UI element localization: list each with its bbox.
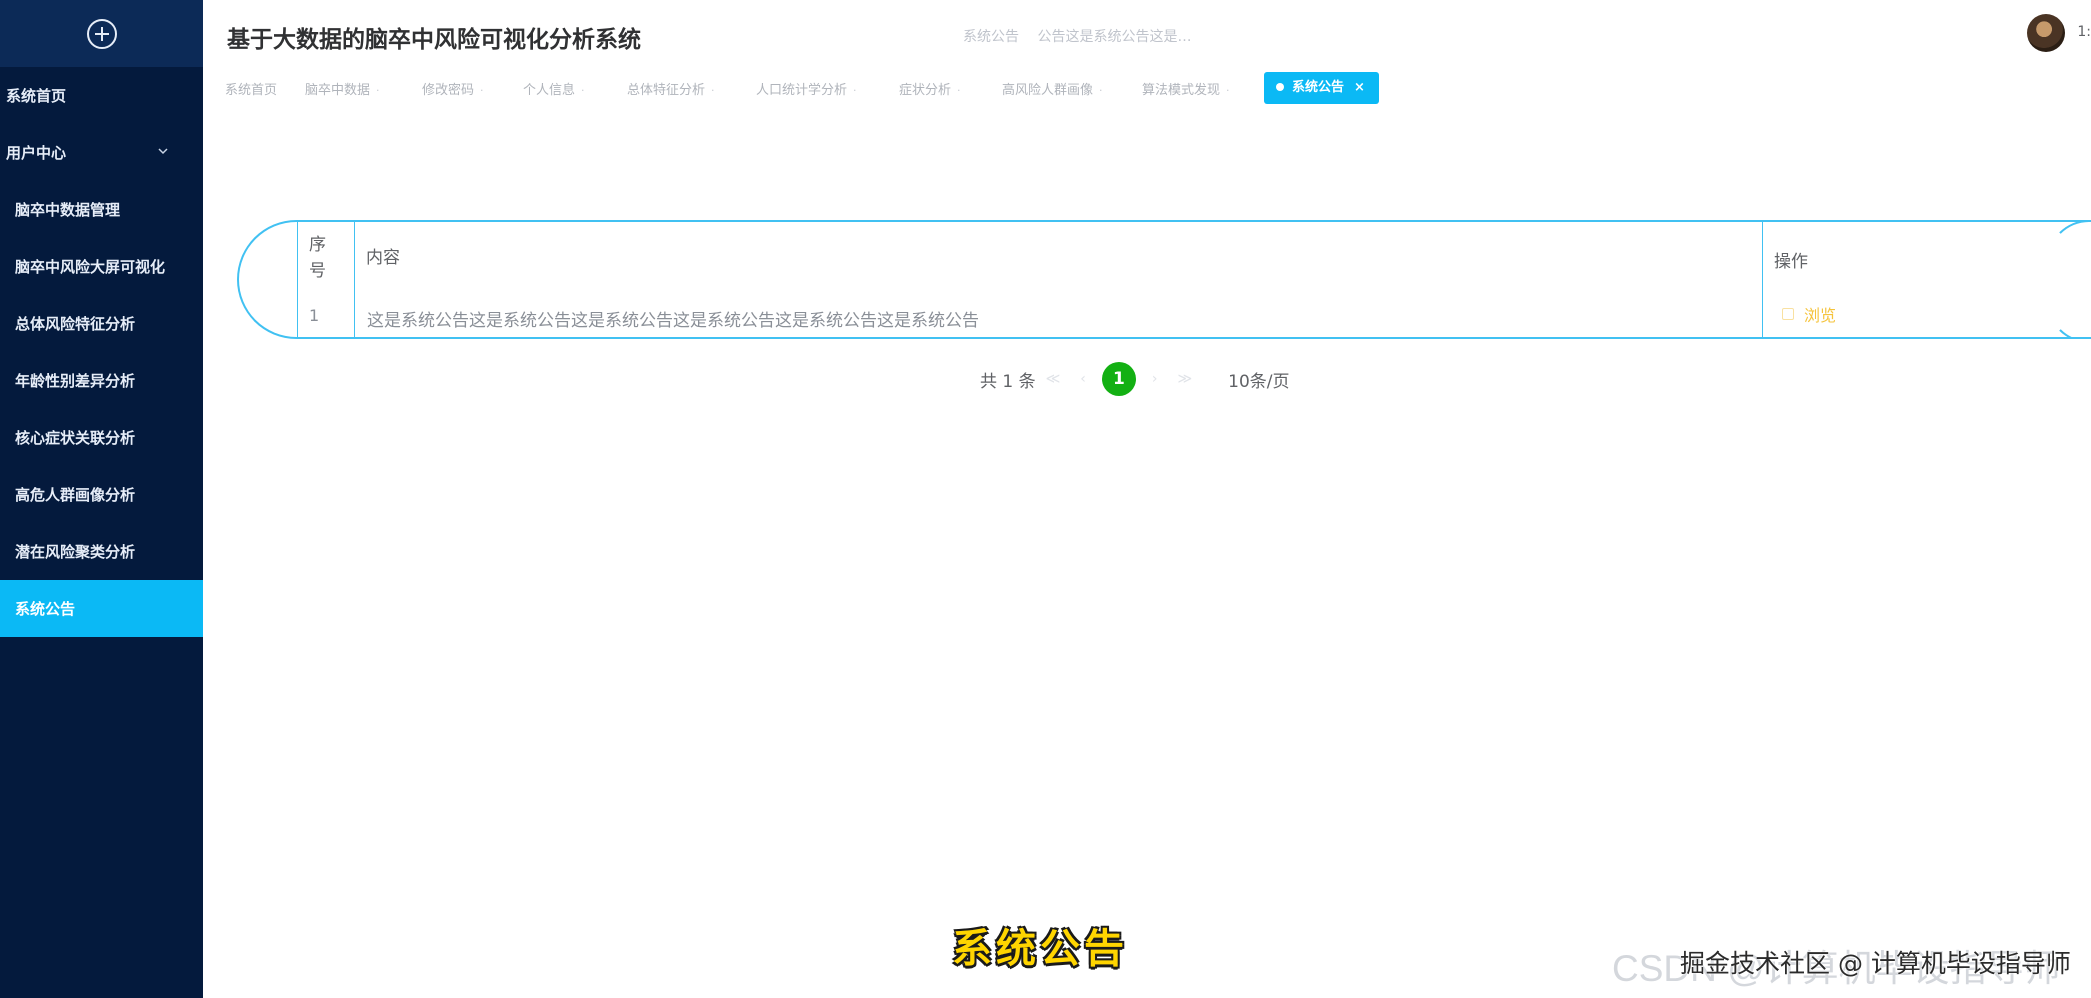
- tab-algorithm[interactable]: 算法模式发现 ·: [1142, 78, 1230, 104]
- close-icon[interactable]: ·: [376, 84, 380, 97]
- prev-page-icon[interactable]: ‹: [1080, 371, 1086, 387]
- user-name[interactable]: 1:: [2077, 24, 2091, 40]
- close-icon[interactable]: ·: [853, 84, 857, 97]
- sidebar-item-label: 核心症状关联分析: [15, 429, 136, 447]
- sidebar-menu: 系统首页 用户中心 脑卒中数据管理 脑卒中风险大屏可视化 总体风险特征分析 年龄…: [0, 67, 203, 637]
- sidebar-item-label: 潜在风险聚类分析: [15, 543, 136, 561]
- sidebar-item-high-risk[interactable]: 高危人群画像分析: [0, 466, 203, 523]
- sidebar-item-clustering[interactable]: 潜在风险聚类分析: [0, 523, 203, 580]
- tab-password[interactable]: 修改密码 ·: [422, 78, 484, 104]
- close-icon[interactable]: ·: [957, 84, 961, 97]
- tab-profile[interactable]: 个人信息 ·: [523, 78, 585, 104]
- page-title: 基于大数据的脑卒中风险可视化分析系统: [227, 27, 641, 53]
- notice-text: 公告这是系统公告这是…: [1037, 29, 1192, 45]
- video-caption: 系统公告: [952, 925, 1128, 972]
- tab-label: 个人信息: [523, 83, 576, 98]
- top-header: 基于大数据的脑卒中风险可视化分析系统 系统公告 公告这是系统公告这是… 1:: [203, 0, 2091, 70]
- tab-label: 算法模式发现: [1142, 83, 1221, 98]
- view-button[interactable]: 浏览: [1782, 302, 1836, 326]
- tab-label: 脑卒中数据: [305, 83, 371, 98]
- view-icon: [1782, 308, 1794, 320]
- view-button-label: 浏览: [1804, 306, 1837, 325]
- sidebar-item-label: 系统首页: [6, 87, 67, 105]
- tab-stroke-data[interactable]: 脑卒中数据 ·: [305, 78, 380, 104]
- sidebar: 系统首页 用户中心 脑卒中数据管理 脑卒中风险大屏可视化 总体风险特征分析 年龄…: [0, 0, 203, 998]
- header-content: 内容: [366, 248, 400, 268]
- tab-symptoms[interactable]: 症状分析 ·: [899, 78, 961, 104]
- notice-marquee[interactable]: 系统公告 公告这是系统公告这是…: [963, 26, 1191, 46]
- avatar[interactable]: [2027, 14, 2065, 52]
- page-size-select[interactable]: 10条/页: [1228, 367, 1289, 392]
- next-page-icon[interactable]: ›: [1152, 371, 1158, 387]
- sidebar-item-overall-risk[interactable]: 总体风险特征分析: [0, 295, 203, 352]
- close-icon[interactable]: ·: [480, 84, 484, 97]
- tab-label: 总体特征分析: [627, 83, 706, 98]
- tab-home[interactable]: 系统首页: [225, 78, 277, 104]
- cell-content: 这是系统公告这是系统公告这是系统公告这是系统公告这是系统公告这是系统公告: [367, 311, 979, 331]
- tab-overall-features[interactable]: 总体特征分析 ·: [627, 78, 715, 104]
- sidebar-item-label: 总体风险特征分析: [15, 315, 136, 333]
- last-page-icon[interactable]: ≫: [1178, 371, 1193, 387]
- close-icon[interactable]: ·: [1099, 84, 1103, 97]
- tab-demographics[interactable]: 人口统计学分析 ·: [756, 78, 857, 104]
- sidebar-header: [0, 0, 203, 67]
- active-dot-icon: [1276, 82, 1284, 91]
- cell-index: 1: [309, 306, 320, 325]
- tab-label: 系统公告: [1292, 80, 1345, 95]
- sidebar-item-label: 脑卒中数据管理: [15, 201, 121, 219]
- sidebar-item-label: 脑卒中风险大屏可视化: [15, 258, 166, 276]
- sidebar-item-age-gender[interactable]: 年龄性别差异分析: [0, 352, 203, 409]
- close-icon[interactable]: ·: [581, 84, 585, 97]
- column-divider: [297, 222, 298, 337]
- sidebar-item-label: 系统公告: [15, 600, 76, 618]
- pagination: 共 1 条 ≪ ‹ 1 › ≫ 10条/页: [980, 362, 1290, 396]
- tab-bar: 系统首页 脑卒中数据 · 修改密码 · 个人信息 · 总体特征分析 · 人口统计学分析 ·…: [203, 72, 2091, 108]
- column-divider: [1762, 222, 1763, 337]
- column-divider: [354, 222, 355, 337]
- tab-label: 修改密码: [422, 83, 475, 98]
- close-icon[interactable]: ·: [711, 84, 715, 97]
- tab-label: 症状分析: [899, 83, 952, 98]
- sidebar-item-big-screen[interactable]: 脑卒中风险大屏可视化: [0, 238, 203, 295]
- notice-label: 系统公告: [963, 29, 1019, 45]
- chevron-down-icon: [158, 148, 168, 155]
- tab-high-risk[interactable]: 高风险人群画像 ·: [1002, 78, 1103, 104]
- notice-table: 序 号 内容 操作 1 这是系统公告这是系统公告这是系统公告这是系统公告这是系统…: [237, 220, 2091, 339]
- plus-circle-icon[interactable]: [85, 17, 119, 51]
- sidebar-item-stroke-data[interactable]: 脑卒中数据管理: [0, 181, 203, 238]
- tab-notice[interactable]: 系统公告 ×: [1264, 72, 1379, 104]
- sidebar-item-label: 年龄性别差异分析: [15, 372, 136, 390]
- sidebar-item-notice[interactable]: 系统公告: [0, 580, 203, 637]
- pagination-total: 共 1 条: [980, 371, 1036, 392]
- tab-label: 人口统计学分析: [756, 83, 848, 98]
- sidebar-item-symptoms[interactable]: 核心症状关联分析: [0, 409, 203, 466]
- close-icon[interactable]: ·: [1226, 84, 1230, 97]
- watermark-juejin: 掘金技术社区 @ 计算机毕设指导师: [1680, 949, 2071, 978]
- page-number-current[interactable]: 1: [1101, 362, 1136, 396]
- first-page-icon[interactable]: ≪: [1046, 371, 1061, 387]
- header-action: 操作: [1774, 252, 1808, 272]
- sidebar-item-home[interactable]: 系统首页: [0, 67, 203, 124]
- tab-label: 系统首页: [225, 83, 278, 98]
- sidebar-item-label: 用户中心: [6, 144, 67, 162]
- tab-label: 高风险人群画像: [1002, 83, 1094, 98]
- sidebar-item-user-center[interactable]: 用户中心: [0, 124, 203, 181]
- header-index: 序 号: [309, 235, 326, 281]
- sidebar-item-label: 高危人群画像分析: [15, 486, 136, 504]
- close-icon[interactable]: ×: [1354, 80, 1365, 95]
